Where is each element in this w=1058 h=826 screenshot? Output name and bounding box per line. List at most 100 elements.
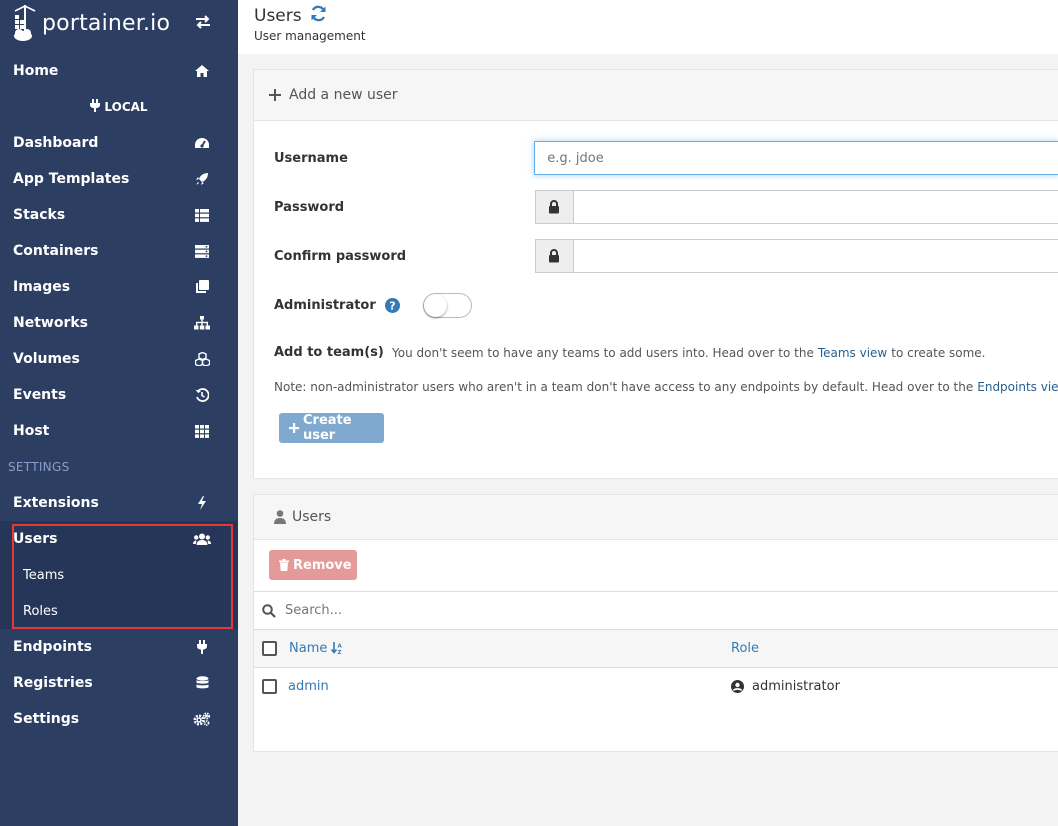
username-input[interactable]	[534, 141, 1058, 175]
sidebar-item-label: Dashboard	[13, 135, 99, 151]
password-row: Password	[274, 190, 1058, 224]
select-all-checkbox[interactable]	[262, 641, 277, 656]
question-circle-icon[interactable]: ?	[384, 298, 400, 313]
sitemap-icon	[192, 316, 212, 330]
user-role-cell: administrator	[731, 679, 840, 694]
password-label: Password	[274, 199, 345, 215]
sidebar-item-volumes[interactable]: Volumes	[0, 341, 238, 377]
toggle-sidebar-icon[interactable]	[194, 14, 212, 34]
users-icon	[192, 533, 212, 546]
note-text: Note: non-administrator users who aren't…	[274, 380, 974, 394]
user-name-link[interactable]: admin	[288, 679, 329, 694]
create-user-button[interactable]: Create user	[279, 413, 384, 443]
sidebar-item-label: Settings	[13, 711, 80, 727]
administrator-toggle[interactable]	[422, 293, 472, 318]
name-column-label: Name	[289, 641, 328, 656]
toggle-knob	[423, 294, 447, 317]
row-checkbox[interactable]	[262, 678, 277, 694]
th-icon	[192, 424, 212, 438]
sidebar-item-users[interactable]: Users	[0, 521, 238, 557]
sidebar-item-label: Registries	[13, 675, 93, 691]
username-row: Username	[274, 141, 1058, 175]
sidebar-item-extensions[interactable]: Extensions	[0, 485, 238, 521]
table-header: Name AZ Role	[254, 630, 1058, 668]
plug-icon	[90, 99, 101, 115]
portainer-logo-icon[interactable]	[12, 3, 38, 43]
clone-icon	[192, 280, 212, 294]
brand: portainer.io	[0, 0, 238, 46]
cogs-icon	[192, 712, 212, 726]
sidebar-item-label: Users	[13, 531, 58, 547]
svg-text:A: A	[338, 644, 343, 650]
administrator-row: Administrator ?	[274, 293, 1058, 318]
trash-icon	[279, 559, 289, 571]
page-title-text: Users	[254, 6, 302, 26]
search-icon	[262, 603, 276, 618]
create-user-label: Create user	[303, 413, 352, 443]
sidebar-item-roles[interactable]: Roles	[0, 593, 238, 629]
sidebar-item-images[interactable]: Images	[0, 269, 238, 305]
sidebar-item-label: Host	[13, 423, 50, 439]
endpoint-name: LOCAL	[0, 89, 238, 125]
server-icon	[192, 244, 212, 258]
remove-button[interactable]: Remove	[269, 550, 357, 580]
th-list-icon	[192, 208, 212, 222]
page-subtitle: User management	[254, 29, 366, 43]
home-icon	[192, 64, 212, 78]
sidebar-item-registries[interactable]: Registries	[0, 665, 238, 701]
confirm-password-row: Confirm password	[274, 239, 1058, 273]
sidebar-item-host[interactable]: Host	[0, 413, 238, 449]
plus-icon	[289, 423, 299, 433]
sidebar: portainer.io Home LOCAL Dashboard App Te…	[0, 0, 238, 826]
sidebar-item-endpoints[interactable]: Endpoints	[0, 629, 238, 665]
lock-icon	[534, 190, 573, 224]
sidebar-item-label: Images	[13, 279, 71, 295]
sidebar-item-settings[interactable]: Settings	[0, 701, 238, 737]
search-input[interactable]	[285, 603, 785, 618]
refresh-icon[interactable]	[310, 5, 327, 27]
sidebar-item-label: Home	[13, 63, 59, 79]
user-icon	[274, 510, 286, 524]
table-row: admin administrator	[254, 668, 1058, 704]
teams-view-link[interactable]: Teams view	[818, 346, 887, 360]
sidebar-item-label: Networks	[13, 315, 89, 331]
brand-name[interactable]: portainer.io	[42, 11, 170, 36]
svg-text:?: ?	[389, 300, 395, 313]
sidebar-item-networks[interactable]: Networks	[0, 305, 238, 341]
database-icon	[192, 676, 212, 690]
sidebar-item-label: Endpoints	[13, 639, 92, 655]
add-user-panel-header: Add a new user	[254, 70, 1058, 121]
sidebar-item-label: App Templates	[13, 171, 130, 187]
confirm-password-input[interactable]	[572, 239, 1058, 273]
teams-label: Add to team(s)	[274, 345, 384, 360]
lock-icon	[534, 239, 573, 273]
rocket-icon	[192, 172, 212, 186]
sidebar-item-label: Stacks	[13, 207, 66, 223]
add-user-panel: Add a new user Username Password Confirm…	[253, 69, 1058, 479]
page-header: Users User management	[238, 0, 1058, 54]
role-column-header[interactable]: Role	[731, 641, 759, 656]
endpoints-view-link[interactable]: Endpoints view	[977, 380, 1058, 394]
sidebar-item-home[interactable]: Home	[0, 53, 238, 89]
password-input[interactable]	[572, 190, 1058, 224]
users-panel-header: Users	[254, 495, 1058, 540]
bolt-icon	[192, 496, 212, 510]
sidebar-item-dashboard[interactable]: Dashboard	[0, 125, 238, 161]
cubes-icon	[192, 352, 212, 366]
sort-alpha-icon: AZ	[331, 642, 343, 655]
history-icon	[192, 388, 212, 402]
sidebar-item-app-templates[interactable]: App Templates	[0, 161, 238, 197]
sidebar-item-containers[interactable]: Containers	[0, 233, 238, 269]
remove-button-label: Remove	[293, 557, 352, 573]
name-column-header[interactable]: Name AZ	[289, 641, 343, 656]
sidebar-item-label: Events	[13, 387, 67, 403]
confirm-password-label: Confirm password	[274, 248, 407, 264]
svg-text:Z: Z	[338, 650, 342, 655]
sidebar-item-label: Roles	[23, 603, 58, 619]
sidebar-item-teams[interactable]: Teams	[0, 557, 238, 593]
administrator-label: Administrator	[274, 298, 376, 313]
sidebar-item-stacks[interactable]: Stacks	[0, 197, 238, 233]
sidebar-item-events[interactable]: Events	[0, 377, 238, 413]
sidebar-item-label: Extensions	[13, 495, 99, 511]
sidebar-item-label: Volumes	[13, 351, 80, 367]
